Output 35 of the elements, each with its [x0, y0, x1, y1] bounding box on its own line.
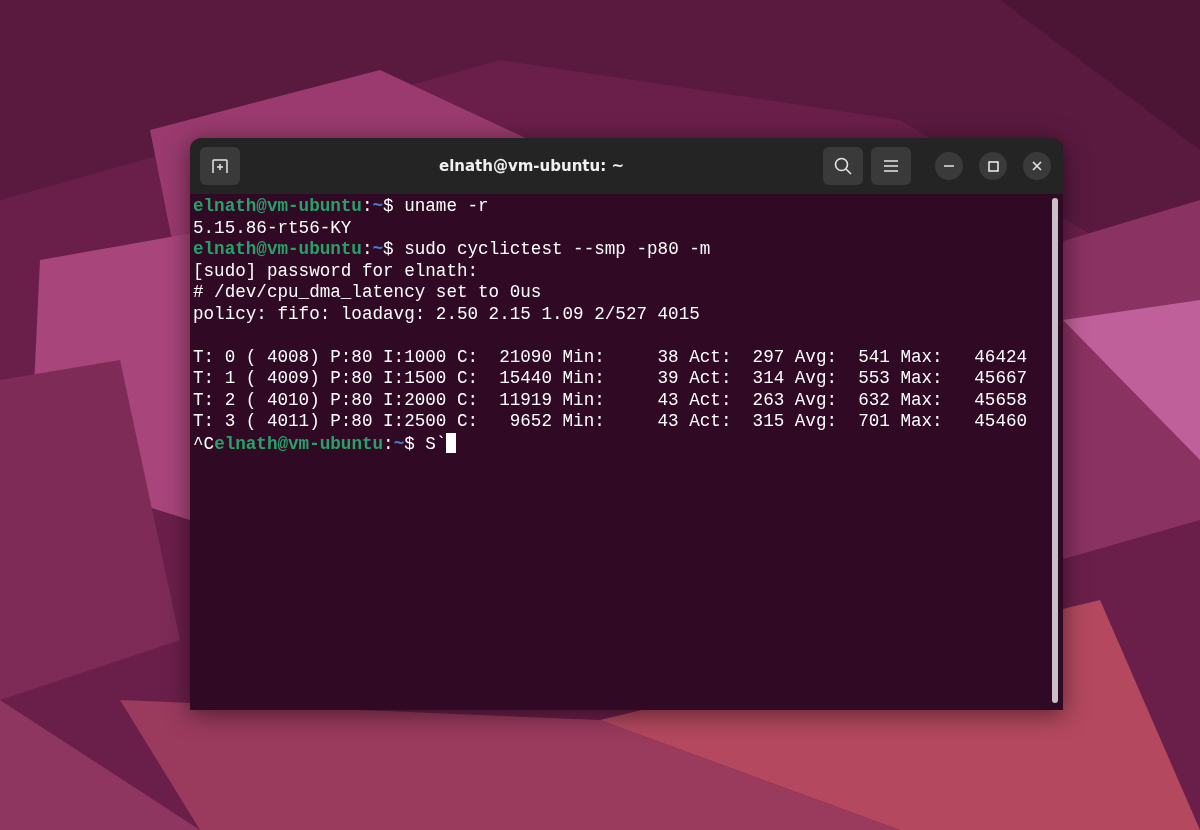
command-text: $ S`	[404, 433, 447, 454]
interrupt-echo: ^C	[193, 433, 215, 454]
prompt-user-host: elnath@vm-ubuntu	[214, 433, 384, 454]
prompt-separator: :	[383, 433, 394, 454]
output-line: T: 0 ( 4008) P:80 I:1000 C: 21090 Min: 38 Act: 297 Avg: 541 Max: 46424	[193, 346, 1028, 367]
output-line: [sudo] password for elnath:	[193, 260, 479, 281]
close-button[interactable]	[1023, 152, 1051, 180]
command-text: $ sudo cyclictest --smp -p80 -m	[383, 239, 711, 259]
minimize-button[interactable]	[935, 152, 963, 180]
new-tab-icon	[211, 158, 229, 174]
maximize-icon	[987, 160, 999, 172]
window-title: elnath@vm-ubuntu: ~	[439, 157, 624, 175]
close-icon	[1032, 161, 1042, 171]
search-icon	[834, 157, 852, 175]
output-line: # /dev/cpu_dma_latency set to 0us	[193, 282, 542, 302]
scrollbar[interactable]	[1052, 198, 1058, 703]
maximize-button[interactable]	[979, 152, 1007, 180]
prompt-user-host: elnath@vm-ubuntu	[193, 239, 362, 259]
output-line: T: 1 ( 4009) P:80 I:1500 C: 15440 Min: 39 Act: 314 Avg: 553 Max: 45667	[193, 368, 1028, 388]
output-line: 5.15.86-rt56-KY	[193, 217, 352, 238]
prompt-path: ~	[393, 433, 405, 454]
command-text: $ uname -r	[383, 196, 489, 216]
search-button[interactable]	[823, 147, 863, 185]
menu-icon	[884, 160, 898, 172]
prompt-separator: :	[361, 196, 373, 216]
minimize-icon	[944, 165, 954, 167]
prompt-path: ~	[372, 196, 384, 216]
output-line: policy: fifo: loadavg: 2.50 2.15 1.09 2/527 4015	[193, 303, 700, 324]
prompt-user-host: elnath@vm-ubuntu	[193, 196, 362, 216]
prompt-separator: :	[361, 239, 373, 259]
menu-button[interactable]	[871, 147, 911, 185]
output-line: T: 2 ( 4010) P:80 I:2000 C: 11919 Min: 43 Act: 263 Avg: 632 Max: 45658	[193, 389, 1028, 410]
new-tab-button[interactable]	[200, 147, 240, 185]
output-line: T: 3 ( 4011) P:80 I:2500 C: 9652 Min: 43 Act: 315 Avg: 701 Max: 45460	[193, 411, 1028, 431]
prompt-path: ~	[372, 239, 384, 259]
